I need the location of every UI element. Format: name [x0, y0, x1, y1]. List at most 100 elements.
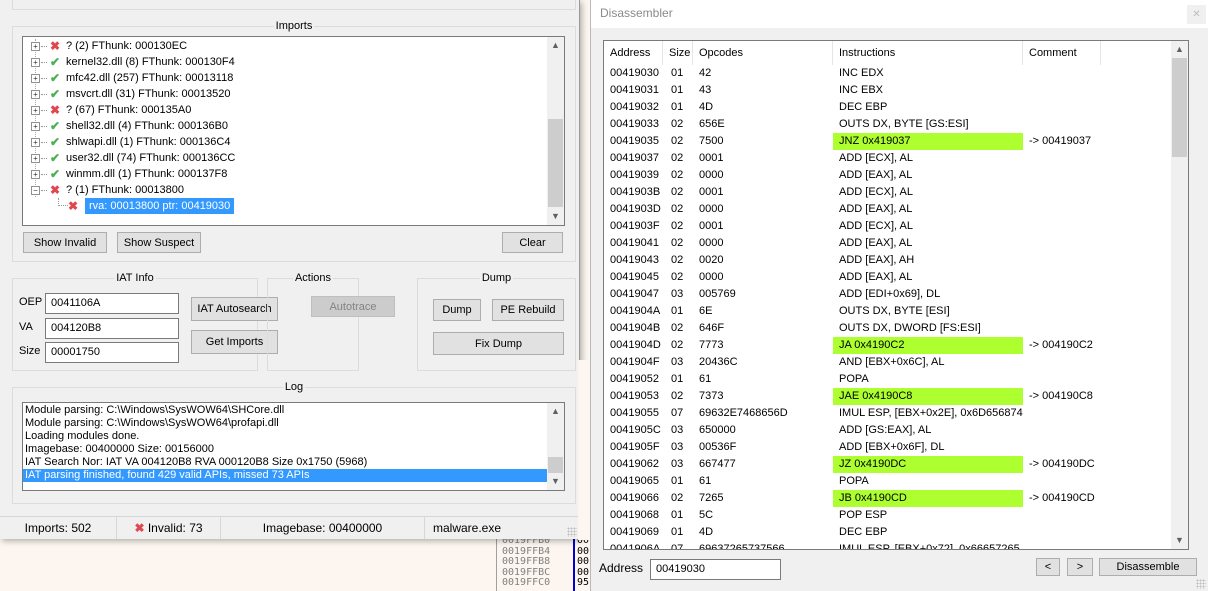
disassembly-row[interactable]: 00419043 02 0020 ADD [EAX], AH	[604, 252, 1174, 269]
scroll-down-icon[interactable]: ▼	[1171, 532, 1188, 549]
scroll-up-icon[interactable]: ▲	[1171, 41, 1188, 58]
get-imports-button[interactable]: Get Imports	[191, 330, 278, 354]
disassembly-row[interactable]: 00419068 01 5C POP ESP	[604, 507, 1174, 524]
cell-instruction: POPA	[839, 373, 869, 385]
expand-icon[interactable]: +	[31, 90, 40, 99]
tree-item-label: shlwapi.dll (1) FThunk: 000136C4	[66, 136, 231, 148]
iat-autosearch-button[interactable]: IAT Autosearch	[191, 297, 278, 321]
cell-size: 02	[671, 322, 684, 334]
disassembly-scrollbar[interactable]: ▲ ▼	[1171, 41, 1188, 549]
address-input[interactable]: 00419030	[650, 559, 781, 580]
tree-child-item[interactable]: ✖ rva: 00013800 ptr: 00419030	[23, 198, 323, 214]
previous-button[interactable]: <	[1036, 558, 1060, 576]
column-header-comment[interactable]: Comment	[1023, 41, 1101, 65]
disassembly-row[interactable]: 00419069 01 4D DEC EBP	[604, 524, 1174, 541]
log-view[interactable]: Module parsing: C:\Windows\SysWOW64\SHCo…	[22, 402, 565, 491]
disassembly-row[interactable]: 0041903B 02 0001 ADD [ECX], AL	[604, 184, 1174, 201]
disassembly-row[interactable]: 0041905C 03 650000 ADD [GS:EAX], AL	[604, 422, 1174, 439]
autotrace-button[interactable]: Autotrace	[311, 296, 395, 317]
disassembly-row[interactable]: 0041904B 02 646F OUTS DX, DWORD [FS:ESI]	[604, 320, 1174, 337]
expand-icon[interactable]: +	[31, 42, 40, 51]
size-field[interactable]: 00001750	[45, 342, 179, 363]
disassembly-row[interactable]: 00419030 01 42 INC EDX	[604, 65, 1174, 82]
cell-address: 00419033	[610, 118, 659, 130]
disassembly-row[interactable]: 0041904A 01 6E OUTS DX, BYTE [ESI]	[604, 303, 1174, 320]
log-line[interactable]: IAT parsing finished, found 429 valid AP…	[23, 469, 548, 482]
pe-rebuild-button[interactable]: PE Rebuild	[492, 299, 564, 321]
tree-item-label: shell32.dll (4) FThunk: 000136B0	[66, 120, 229, 132]
disassembly-row[interactable]: 00419033 02 656E OUTS DX, BYTE [GS:ESI]	[604, 116, 1174, 133]
disassembly-row[interactable]: 00419055 07 69632E7468656D IMUL ESP, [EBX+0…	[604, 405, 1174, 422]
cell-opcodes: 0001	[699, 152, 724, 164]
expand-icon[interactable]: +	[31, 170, 40, 179]
imports-tree[interactable]: + ✖ ? (2) FThunk: 000130EC + ✔ kernel32.dll (…	[22, 36, 565, 226]
show-suspect-button[interactable]: Show Suspect	[117, 232, 201, 253]
disassembly-row[interactable]: 0041904F 03 20436C AND [EBX+0x6C], AL	[604, 354, 1174, 371]
scroll-up-icon[interactable]: ▲	[547, 37, 564, 54]
expand-icon[interactable]: +	[31, 138, 40, 147]
next-button[interactable]: >	[1067, 558, 1093, 576]
log-line[interactable]: Loading modules done.	[23, 430, 548, 443]
disassembly-row[interactable]: 00419047 03 005769 ADD [EDI+0x69], DL	[604, 286, 1174, 303]
va-field[interactable]: 004120B8	[45, 318, 179, 339]
expand-icon[interactable]: +	[31, 58, 40, 67]
log-scroll-thumb[interactable]	[548, 457, 563, 473]
disassembly-row[interactable]: 0041905F 03 00536F ADD [EBX+0x6F], DL	[604, 439, 1174, 456]
disassembly-row[interactable]: 0041903F 02 0001 ADD [ECX], AL	[604, 218, 1174, 235]
disassembly-row[interactable]: 00419053 02 7373 JAE 0x4190C8 -> 004190C8	[604, 388, 1174, 405]
disassembly-row[interactable]: 00419035 02 7500 JNZ 0x419037 -> 00419037	[604, 133, 1174, 150]
log-line[interactable]: Module parsing: C:\Windows\SysWOW64\SHCo…	[23, 404, 548, 417]
imports-scrollbar[interactable]: ▲ ▼	[547, 37, 564, 225]
column-header-size[interactable]: Size	[663, 41, 693, 65]
disassembly-row[interactable]: 00419062 03 667477 JZ 0x4190DC -> 004190DC	[604, 456, 1174, 473]
expand-icon[interactable]: +	[31, 154, 40, 163]
cell-comment	[1029, 541, 1129, 549]
disassembly-row[interactable]: 00419041 02 0000 ADD [EAX], AL	[604, 235, 1174, 252]
disassembly-row[interactable]: 0041904D 02 7773 JA 0x4190C2 -> 004190C2	[604, 337, 1174, 354]
disassembly-row[interactable]: 00419045 02 0000 ADD [EAX], AL	[604, 269, 1174, 286]
disassembler-titlebar[interactable]: Disassembler ✕	[591, 0, 1208, 28]
disassembly-row[interactable]: 0041906A 07 69637265737566 IMUL ESP, [EBX+0…	[604, 541, 1174, 549]
scroll-down-icon[interactable]: ▼	[547, 208, 564, 225]
expand-icon[interactable]: +	[31, 122, 40, 131]
disassembly-row[interactable]: 00419066 02 7265 JB 0x4190CD -> 004190CD	[604, 490, 1174, 507]
disassembly-row[interactable]: 00419039 02 0000 ADD [EAX], AL	[604, 167, 1174, 184]
cell-size: 02	[671, 390, 684, 402]
dump-button[interactable]: Dump	[433, 299, 481, 321]
disassembly-row[interactable]: 0041903D 02 0000 ADD [EAX], AL	[604, 201, 1174, 218]
tree-child-label: rva: 00013800 ptr: 00419030	[85, 198, 235, 214]
disassembly-row[interactable]: 00419032 01 4D DEC EBP	[604, 99, 1174, 116]
clear-button[interactable]: Clear	[502, 232, 563, 253]
log-line[interactable]: IAT Search Nor: IAT VA 004120B8 RVA 0001…	[23, 456, 548, 469]
close-icon[interactable]: ✕	[1187, 5, 1206, 24]
disassemble-button[interactable]: Disassemble	[1099, 558, 1197, 576]
column-header-opcodes[interactable]: Opcodes	[693, 41, 833, 65]
scroll-down-icon[interactable]: ▼	[547, 473, 564, 490]
expand-icon[interactable]: +	[31, 106, 40, 115]
disassembly-row[interactable]: 00419037 02 0001 ADD [ECX], AL	[604, 150, 1174, 167]
collapse-icon[interactable]: −	[31, 186, 40, 195]
log-line[interactable]: Imagebase: 00400000 Size: 00156000	[23, 443, 548, 456]
log-scrollbar[interactable]: ▲ ▼	[547, 403, 564, 490]
disassembly-row[interactable]: 00419065 01 61 POPA	[604, 473, 1174, 490]
column-header-instructions[interactable]: Instructions	[833, 41, 1023, 65]
cell-comment	[1029, 439, 1129, 456]
column-header-address[interactable]: Address	[604, 41, 663, 65]
log-line[interactable]: Module parsing: C:\Windows\SysWOW64\prof…	[23, 417, 548, 430]
fix-dump-button[interactable]: Fix Dump	[433, 332, 564, 355]
disassembly-table[interactable]: Address Size Opcodes Instructions Commen…	[603, 40, 1189, 550]
expand-icon[interactable]: +	[31, 74, 40, 83]
tree-item-label: msvcrt.dll (31) FThunk: 00013520	[66, 88, 231, 100]
resize-grip[interactable]	[567, 527, 577, 537]
disassembler-title: Disassembler	[600, 6, 673, 20]
scroll-up-icon[interactable]: ▲	[547, 403, 564, 420]
disassembly-scroll-thumb[interactable]	[1172, 58, 1187, 157]
oep-field[interactable]: 0041106A	[45, 293, 179, 314]
disassembly-row[interactable]: 00419052 01 61 POPA	[604, 371, 1174, 388]
imports-scroll-thumb[interactable]	[548, 119, 563, 207]
cell-address: 00419043	[610, 254, 659, 266]
resize-grip[interactable]	[1196, 579, 1206, 589]
disassembly-row[interactable]: 00419031 01 43 INC EBX	[604, 82, 1174, 99]
show-invalid-button[interactable]: Show Invalid	[23, 232, 107, 253]
cell-address: 00419032	[610, 101, 659, 113]
